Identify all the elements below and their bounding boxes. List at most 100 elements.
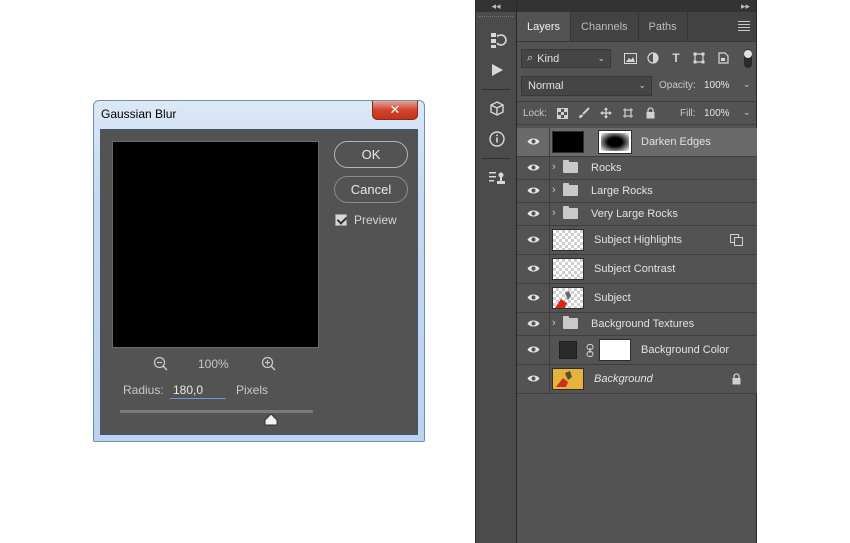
filter-toggle[interactable] [744, 49, 752, 68]
folder-icon [563, 183, 578, 196]
eye-icon[interactable] [527, 209, 540, 218]
image-filter-icon[interactable] [622, 50, 638, 66]
layer-row[interactable]: Background Color [517, 336, 757, 365]
link-icon[interactable] [586, 344, 594, 360]
zoom-in-icon[interactable] [261, 355, 277, 373]
lock-artboard-icon[interactable] [621, 106, 635, 120]
tab-channels[interactable]: Channels [571, 12, 639, 41]
chevron-down-icon: ⌄ [597, 53, 605, 63]
eye-icon[interactable] [527, 264, 540, 273]
blend-mode-value: Normal [528, 80, 564, 92]
layer-thumbnail[interactable] [552, 287, 584, 309]
opacity-value[interactable]: 100% [704, 80, 730, 91]
eye-icon[interactable] [527, 319, 540, 328]
collapse-arrows[interactable]: ◂◂ [476, 0, 516, 12]
layer-name: Background Color [641, 344, 730, 356]
info-icon[interactable] [476, 124, 518, 154]
cancel-button[interactable]: Cancel [334, 176, 408, 203]
filter-kind-value: Kind [537, 52, 560, 65]
lock-row: Lock: Fill: 100% ⌄ [517, 101, 757, 125]
layer-row[interactable]: Subject Contrast [517, 255, 757, 284]
blend-mode-select[interactable]: Normal ⌄ [521, 76, 652, 96]
layer-group-row[interactable]: › Background Textures [517, 313, 757, 336]
folder-icon [563, 160, 578, 173]
close-button[interactable]: ✕ [372, 101, 418, 120]
layer-mask-thumbnail[interactable] [598, 130, 632, 154]
radius-slider-track[interactable] [120, 410, 313, 413]
eye-icon[interactable] [527, 163, 540, 172]
layer-thumbnail[interactable] [552, 229, 584, 251]
layer-row[interactable]: Darken Edges [517, 128, 757, 157]
layer-group-row[interactable]: › Large Rocks [517, 180, 757, 203]
layers-list: Darken Edges › Rocks › Large Rocks › Ver… [517, 128, 757, 394]
lock-icon[interactable] [730, 373, 743, 385]
folder-icon [563, 206, 578, 219]
zoom-out-icon[interactable] [153, 355, 169, 373]
adjustment-filter-icon[interactable] [645, 50, 661, 66]
opacity-dropdown-icon[interactable]: ⌄ [743, 79, 751, 90]
chevron-down-icon: ⌄ [638, 80, 646, 90]
eye-icon[interactable] [527, 374, 540, 383]
radius-input[interactable] [170, 381, 226, 399]
checkmark-icon[interactable] [335, 214, 347, 226]
layer-thumbnail[interactable] [552, 131, 584, 153]
preview-checkbox[interactable]: Preview [335, 213, 397, 227]
fill-color-swatch[interactable] [559, 341, 577, 359]
properties-stamp-icon[interactable] [476, 163, 518, 193]
tab-layers[interactable]: Layers [517, 12, 572, 41]
layer-row[interactable]: Subject Highlights [517, 226, 757, 255]
layer-name: Darken Edges [641, 136, 711, 148]
radius-slider-thumb[interactable] [264, 413, 278, 426]
opacity-label: Opacity: [659, 80, 696, 91]
expand-arrows[interactable]: ▸▸ [741, 0, 750, 12]
layer-group-row[interactable]: › Rocks [517, 157, 757, 180]
smart-object-filter-icon[interactable] [715, 50, 731, 66]
eye-icon[interactable] [527, 235, 540, 244]
zoom-level: 100% [198, 357, 229, 371]
fill-dropdown-icon[interactable]: ⌄ [743, 107, 751, 118]
play-action-icon[interactable] [476, 55, 518, 85]
collapsed-panel-strip: ◂◂ [475, 0, 517, 543]
tab-paths[interactable]: Paths [639, 12, 688, 41]
eye-icon[interactable] [527, 186, 540, 195]
type-filter-icon[interactable]: T [668, 50, 684, 66]
eye-icon[interactable] [527, 293, 540, 302]
chevron-right-icon[interactable]: › [552, 161, 556, 173]
lock-all-icon[interactable] [643, 106, 657, 120]
fill-label: Fill: [680, 108, 696, 119]
layer-name: Background Textures [591, 318, 695, 330]
blur-preview-image[interactable] [112, 141, 319, 348]
3d-cube-icon[interactable] [476, 94, 518, 124]
lock-image-pixels-icon[interactable] [577, 106, 591, 120]
filter-kind-select[interactable]: ⌕ Kind ⌄ [521, 49, 611, 68]
chevron-right-icon[interactable]: › [552, 184, 556, 196]
layer-filter-row: ⌕ Kind ⌄ T [521, 49, 753, 68]
history-brush-icon[interactable] [476, 25, 518, 55]
chevron-right-icon[interactable]: › [552, 207, 556, 219]
panel-tabs: Layers Channels Paths [517, 12, 756, 42]
layer-thumbnail[interactable] [552, 368, 584, 390]
layer-row[interactable]: Background [517, 365, 757, 394]
eye-icon[interactable] [527, 345, 540, 354]
eye-icon[interactable] [527, 137, 540, 146]
layer-mask-thumbnail[interactable] [599, 339, 631, 361]
dialog-title: Gaussian Blur [101, 107, 177, 121]
layer-thumbnail[interactable] [552, 258, 584, 280]
layer-row[interactable]: Subject [517, 284, 757, 313]
panel-menu-icon[interactable] [738, 21, 750, 33]
layer-name: Very Large Rocks [591, 208, 678, 220]
shape-filter-icon[interactable] [691, 50, 707, 66]
clipping-mask-icon [730, 234, 743, 246]
chevron-right-icon[interactable]: › [552, 317, 556, 329]
lock-transparent-pixels-icon[interactable] [555, 106, 569, 120]
folder-icon [563, 316, 578, 329]
layer-name: Subject [594, 292, 631, 304]
layer-name: Subject Contrast [594, 263, 676, 275]
fill-value[interactable]: 100% [704, 108, 730, 119]
lock-position-icon[interactable] [599, 106, 613, 120]
ok-button[interactable]: OK [334, 141, 408, 168]
layer-name: Rocks [591, 162, 622, 174]
layer-group-row[interactable]: › Very Large Rocks [517, 203, 757, 226]
lock-label: Lock: [523, 108, 547, 119]
preview-label: Preview [354, 213, 397, 227]
